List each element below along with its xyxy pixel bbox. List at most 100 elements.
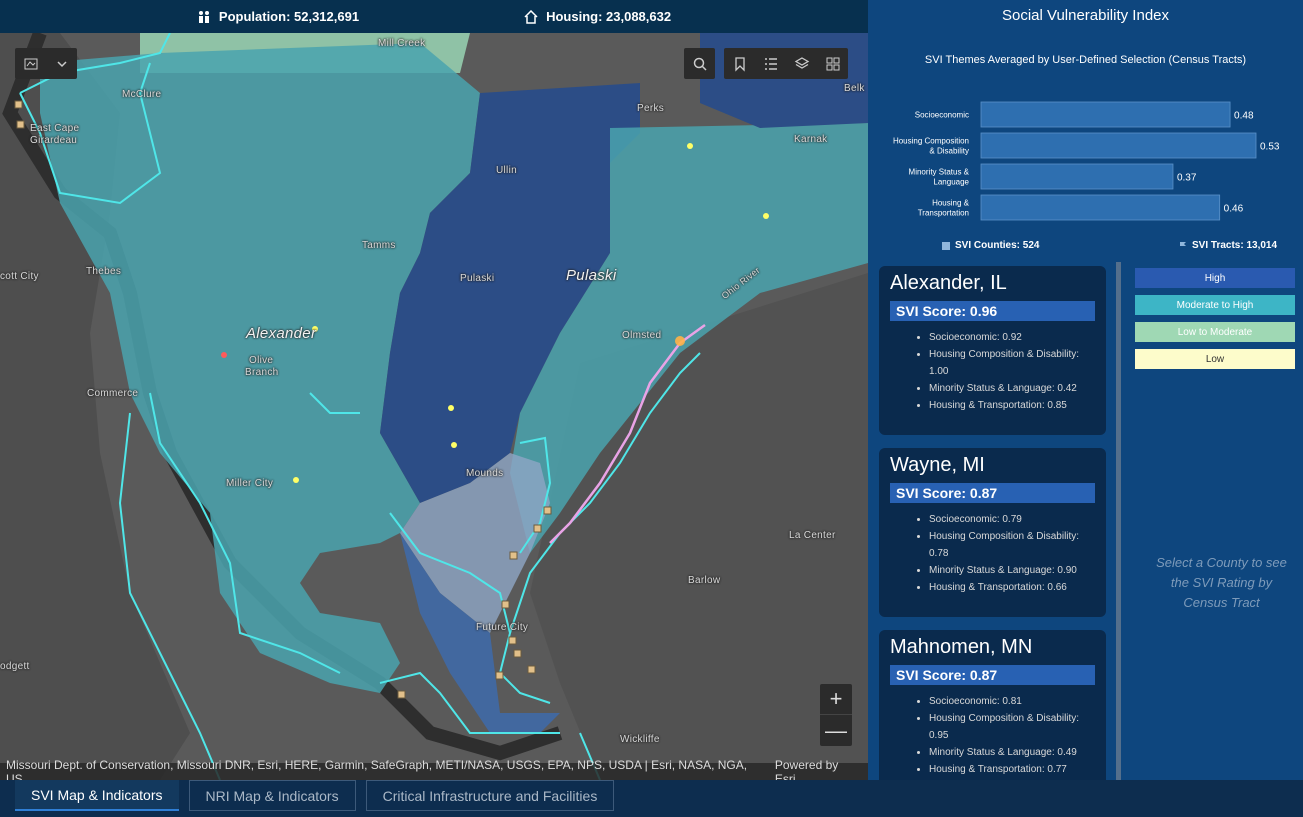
theme-list: Socioeconomic: 0.79 Housing Composition … bbox=[890, 511, 1095, 596]
chart-bar[interactable] bbox=[980, 132, 1257, 159]
theme-item: Housing & Transportation: 0.66 bbox=[929, 579, 1095, 596]
map-label: Branch bbox=[245, 367, 279, 378]
bottom-tab-bar: SVI Map & Indicators NRI Map & Indicator… bbox=[0, 780, 1303, 817]
theme-item: Housing & Transportation: 0.77 bbox=[929, 761, 1095, 778]
chart-category-label: Socioeconomic bbox=[915, 111, 969, 120]
map-select-button[interactable] bbox=[15, 48, 46, 79]
theme-list: Socioeconomic: 0.92 Housing Composition … bbox=[890, 329, 1095, 414]
chart-category-label: Housing Composition bbox=[893, 137, 969, 146]
map-label: Barlow bbox=[688, 575, 721, 586]
map-label: Olmsted bbox=[622, 330, 662, 341]
chart-bar[interactable] bbox=[980, 194, 1221, 221]
attribution-bar: Missouri Dept. of Conservation, Missouri… bbox=[0, 758, 868, 780]
powered-by-link[interactable]: Powered by Esri bbox=[775, 758, 862, 781]
people-icon bbox=[198, 10, 209, 23]
county-card-list[interactable]: Alexander, IL SVI Score: 0.96 Socioecono… bbox=[879, 266, 1106, 780]
zoom-control: + — bbox=[820, 684, 852, 746]
county-card[interactable]: Alexander, IL SVI Score: 0.96 Socioecono… bbox=[879, 266, 1106, 435]
chart-category-label: Housing & bbox=[932, 199, 970, 208]
map-label: Mounds bbox=[466, 468, 504, 479]
tab-svi-map[interactable]: SVI Map & Indicators bbox=[15, 780, 179, 811]
map-label: odgett bbox=[0, 661, 30, 672]
tracts-count-label: SVI Tracts: 13,014 bbox=[1192, 240, 1278, 251]
sidebar: Social Vulnerability Index SVI Themes Av… bbox=[868, 0, 1303, 780]
chart-value-label: 0.37 bbox=[1177, 173, 1197, 184]
svi-legend: High Moderate to High Low to Moderate Lo… bbox=[1135, 268, 1295, 376]
map-view[interactable]: Mill Creek McClure East Cape Girardeau P… bbox=[0, 33, 868, 780]
county-name: Wayne, MI bbox=[890, 454, 985, 476]
legend-low: Low bbox=[1135, 349, 1295, 369]
population-value: Population: 52,312,691 bbox=[218, 9, 360, 24]
dropdown-button[interactable] bbox=[46, 48, 77, 79]
layers-button[interactable] bbox=[786, 48, 817, 79]
zoom-out-button[interactable]: — bbox=[820, 715, 852, 746]
search-button[interactable] bbox=[684, 48, 715, 79]
bookmark-button[interactable] bbox=[724, 48, 755, 79]
basemap-toolbar bbox=[15, 48, 77, 79]
chart-category-label: Transportation bbox=[918, 209, 969, 218]
attribution-text: Missouri Dept. of Conservation, Missouri… bbox=[6, 757, 748, 781]
zoom-in-button[interactable]: + bbox=[820, 684, 852, 715]
map-label: East Cape bbox=[30, 123, 80, 134]
county-name: Mahnomen, MN bbox=[890, 636, 1033, 658]
counties-count: SVI Counties: 524 bbox=[941, 240, 1039, 251]
map-label: Olive bbox=[249, 355, 274, 366]
theme-item: Housing Composition & Disability: 1.00 bbox=[929, 346, 1095, 380]
app-root: Population: 52,312,691 Housing: 23,088,6… bbox=[0, 0, 1303, 817]
housing-stat: Housing: 23,088,632 bbox=[524, 9, 671, 24]
map-label: Pulaski bbox=[460, 273, 495, 284]
map-label: Karnak bbox=[794, 134, 828, 145]
card-list-scrollbar[interactable] bbox=[1116, 262, 1121, 780]
list-icon bbox=[764, 57, 777, 70]
chevron-down-icon bbox=[56, 60, 67, 67]
map-label: Wickliffe bbox=[620, 734, 660, 745]
map-select-icon bbox=[24, 58, 37, 69]
chart-bar[interactable] bbox=[980, 101, 1231, 128]
svi-score: SVI Score: 0.87 bbox=[890, 483, 1095, 503]
map-canvas[interactable] bbox=[0, 33, 868, 780]
basemap-gallery-button[interactable] bbox=[817, 48, 848, 79]
svi-score: SVI Score: 0.87 bbox=[890, 665, 1095, 685]
house-icon bbox=[524, 9, 538, 24]
county-name: Alexander, IL bbox=[890, 272, 1007, 294]
map-label: cott City bbox=[0, 271, 39, 282]
map-label: Girardeau bbox=[30, 135, 78, 146]
county-card[interactable]: Mahnomen, MN SVI Score: 0.87 Socioeconom… bbox=[879, 630, 1106, 780]
theme-item: Housing Composition & Disability: 0.78 bbox=[929, 528, 1095, 562]
housing-value: Housing: 23,088,632 bbox=[546, 9, 672, 24]
map-label: Tamms bbox=[362, 240, 396, 251]
map-label: Ullin bbox=[496, 165, 517, 176]
theme-item: Socioeconomic: 0.79 bbox=[929, 511, 1095, 528]
county-label: Pulaski bbox=[566, 267, 617, 284]
legend-button[interactable] bbox=[755, 48, 786, 79]
theme-item: Socioeconomic: 0.81 bbox=[929, 693, 1095, 710]
population-stat: Population: 52,312,691 bbox=[197, 9, 359, 24]
map-label: McClure bbox=[122, 89, 162, 100]
sidebar-title: Social Vulnerability Index bbox=[1001, 7, 1170, 24]
grid-icon bbox=[826, 57, 839, 70]
tab-critical-infrastructure[interactable]: Critical Infrastructure and Facilities bbox=[365, 780, 615, 811]
chart-bar[interactable] bbox=[980, 163, 1174, 190]
svi-score: SVI Score: 0.96 bbox=[890, 301, 1095, 321]
theme-item: Minority Status & Language: 0.90 bbox=[929, 562, 1095, 579]
chart-category-label: Minority Status & bbox=[909, 168, 970, 177]
map-tools-toolbar bbox=[724, 48, 848, 79]
map-label: Mill Creek bbox=[378, 38, 426, 49]
map-label: La Center bbox=[789, 530, 836, 541]
chart-value-label: 0.53 bbox=[1260, 142, 1280, 153]
counties-count-label: SVI Counties: 524 bbox=[955, 240, 1040, 251]
county-label: Alexander bbox=[246, 325, 317, 342]
bookmark-icon bbox=[734, 56, 745, 72]
theme-item: Minority Status & Language: 0.42 bbox=[929, 380, 1095, 397]
county-icon bbox=[942, 241, 950, 250]
search-icon bbox=[693, 57, 707, 71]
map-label: Commerce bbox=[87, 388, 139, 399]
tab-nri-map[interactable]: NRI Map & Indicators bbox=[188, 780, 356, 811]
map-label: Future City bbox=[476, 622, 529, 633]
legend-high: High bbox=[1135, 268, 1295, 288]
theme-list: Socioeconomic: 0.81 Housing Composition … bbox=[890, 693, 1095, 778]
legend-low-moderate: Low to Moderate bbox=[1135, 322, 1295, 342]
chart-category-label: & Disability bbox=[929, 147, 969, 156]
chart-value-label: 0.48 bbox=[1234, 111, 1254, 122]
county-card[interactable]: Wayne, MI SVI Score: 0.87 Socioeconomic:… bbox=[879, 448, 1106, 617]
